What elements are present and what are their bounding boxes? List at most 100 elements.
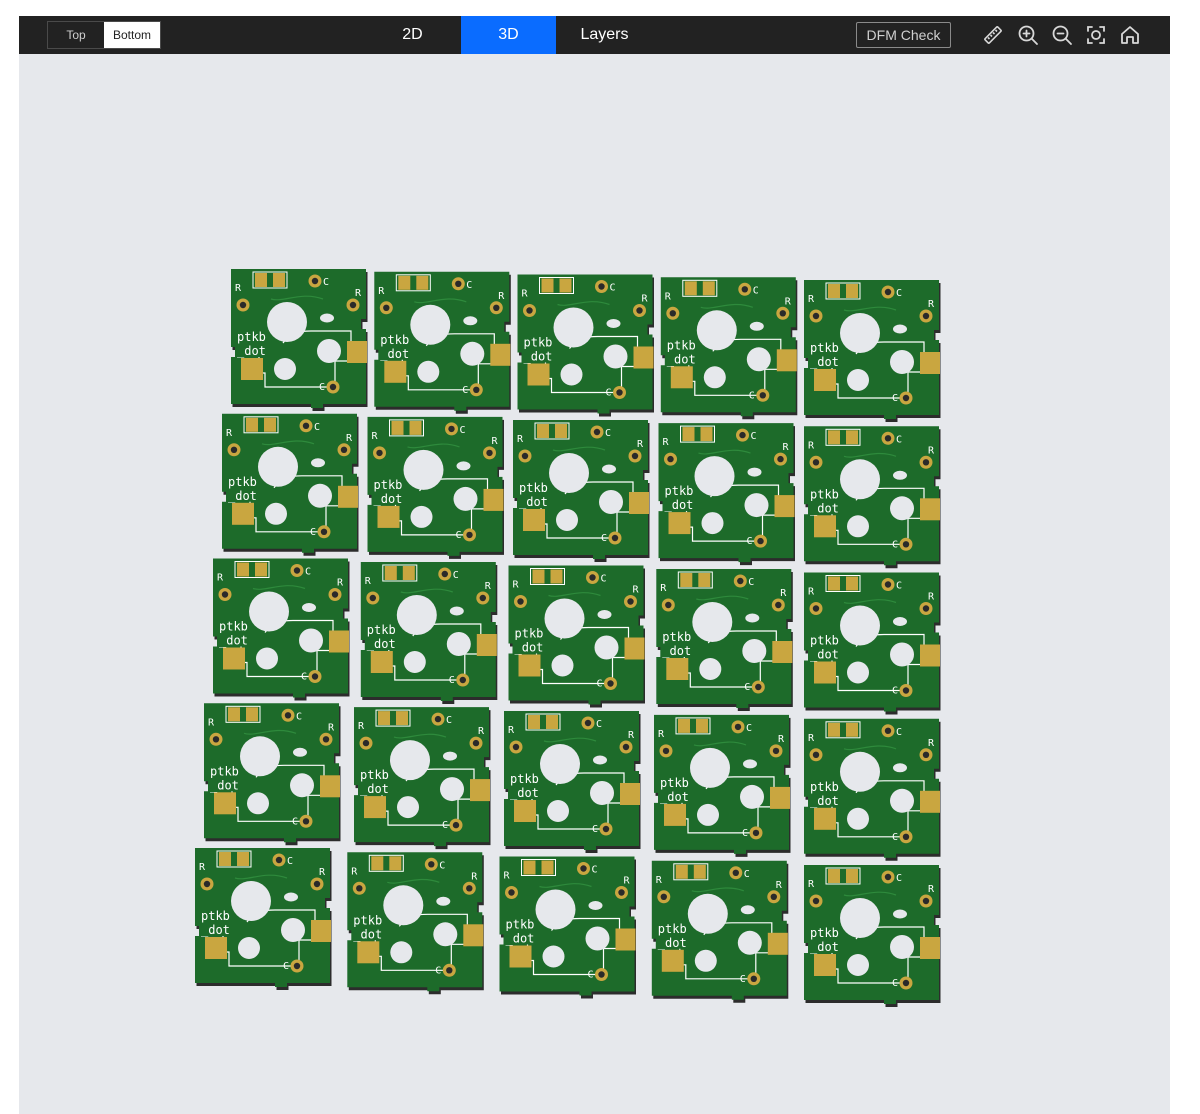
plated-hole-drill	[293, 567, 301, 574]
capacitor-mark: C	[605, 428, 611, 439]
slot-hole	[602, 464, 616, 474]
smd-pad	[846, 430, 858, 445]
plated-hole-drill	[884, 435, 892, 442]
slot-hole	[893, 324, 907, 334]
resistor-mark: R	[808, 294, 815, 305]
smd-pad	[700, 427, 713, 442]
resistor-mark: R	[660, 583, 667, 594]
plated-hole-drill	[441, 570, 448, 578]
side-bottom-button[interactable]: Bottom	[104, 22, 160, 48]
capacitor-mark: C	[456, 530, 462, 541]
zoom-in-icon[interactable]	[1016, 23, 1040, 47]
switch-pad	[772, 641, 793, 663]
switch-pin-hole	[847, 369, 869, 391]
resistor-mark: R	[471, 871, 478, 882]
switch-pad	[664, 803, 686, 826]
resistor-mark: R	[656, 875, 663, 886]
switch-pin-hole	[542, 945, 565, 968]
plated-hole-drill	[631, 452, 639, 460]
side-top-button[interactable]: Top	[48, 22, 104, 48]
switch-pad	[814, 369, 836, 391]
pcb-board: ptkb_dot R R C C	[804, 426, 941, 569]
switch-pin-hole	[410, 505, 433, 528]
switch-pin-hole	[890, 350, 914, 374]
plated-hole-drill	[759, 392, 766, 399]
plated-hole-drill	[884, 727, 892, 734]
view-tab-2d[interactable]: 2D	[365, 16, 460, 54]
board-label-line2: _dot	[665, 498, 694, 512]
smd-pad	[378, 711, 390, 726]
smd-pad	[532, 569, 545, 584]
switch-pin-hole	[274, 358, 296, 380]
pcb-board: ptkb_dot R R C C	[804, 718, 941, 861]
switch-center-hole	[549, 453, 589, 493]
resistor-mark: R	[658, 729, 665, 740]
plated-hole-drill	[340, 446, 348, 453]
slot-hole	[606, 319, 621, 328]
capacitor-mark: C	[896, 727, 902, 738]
resistor-mark: R	[663, 437, 670, 448]
switch-pad	[666, 658, 689, 680]
switch-pad	[615, 928, 636, 951]
plated-hole-drill	[902, 394, 910, 402]
smd-pad	[246, 417, 258, 432]
switch-center-hole	[687, 893, 728, 934]
plated-hole-drill	[517, 598, 524, 605]
board-label-line1: ptkb	[660, 776, 689, 790]
resistor-mark: R	[517, 434, 524, 445]
switch-pad	[920, 937, 940, 959]
plated-hole-drill	[369, 594, 376, 602]
switch-pad	[770, 786, 790, 809]
pcb-board: ptkb_dot R R C C	[508, 565, 645, 708]
smd-pad	[396, 711, 408, 726]
plated-hole-drill	[812, 312, 820, 320]
plated-hole-drill	[212, 736, 220, 743]
fit-view-icon[interactable]	[1084, 23, 1108, 47]
home-icon[interactable]	[1118, 23, 1142, 47]
board-label-line2: _dot	[662, 644, 691, 658]
switch-pin-hole	[694, 949, 717, 972]
resistor-mark: R	[226, 428, 233, 439]
plated-hole-drill	[526, 307, 533, 314]
slot-hole	[893, 763, 907, 773]
capacitor-mark: C	[439, 860, 445, 871]
plated-hole-drill	[239, 301, 247, 309]
board-label-line2: _dot	[219, 634, 248, 648]
plated-hole-drill	[922, 312, 930, 320]
pcb-board: ptkb_dot R R C C	[804, 865, 941, 1007]
plated-hole-drill	[331, 591, 339, 598]
board-label-line1: ptkb	[810, 780, 839, 794]
resistor-mark: R	[328, 722, 335, 733]
zoom-out-icon[interactable]	[1050, 23, 1074, 47]
plated-hole-drill	[230, 446, 238, 453]
resistor-mark: R	[928, 592, 935, 603]
ruler-icon[interactable]	[981, 23, 1005, 47]
capacitor-mark: C	[744, 682, 750, 693]
resistor-mark: R	[928, 884, 935, 895]
dfm-check-button[interactable]: DFM Check	[856, 22, 951, 48]
view-tab-layers[interactable]: Layers	[557, 16, 652, 54]
view-tab-3d[interactable]: 3D	[461, 16, 556, 54]
slot-hole	[893, 617, 907, 626]
switch-pin-hole	[590, 781, 614, 805]
plated-hole-drill	[669, 310, 676, 317]
plated-hole-drill	[775, 601, 782, 609]
smd-pad	[678, 718, 690, 733]
switch-pin-hole	[697, 803, 719, 826]
pcb-board: ptkb_dot R R C C	[354, 707, 491, 850]
plated-hole-drill	[812, 459, 820, 466]
smd-pad	[371, 856, 384, 871]
smd-pad	[698, 573, 711, 587]
pcb-board: ptkb_dot R R C C	[374, 271, 511, 414]
resistor-mark: R	[346, 433, 353, 444]
plated-hole-drill	[622, 743, 630, 751]
resistor-mark: R	[478, 726, 485, 737]
plated-hole-drill	[884, 288, 892, 296]
plated-hole-drill	[636, 307, 643, 314]
capacitor-mark: C	[314, 422, 320, 433]
3d-viewport[interactable]: ptkb _dot R R C Cptkb _dot R R C Cptkb _dot R R C Cptkb…	[19, 54, 1170, 1114]
smd-pad	[409, 420, 422, 435]
plated-hole-drill	[627, 598, 634, 605]
switch-pad	[483, 488, 504, 511]
plated-hole-drill	[741, 286, 748, 293]
